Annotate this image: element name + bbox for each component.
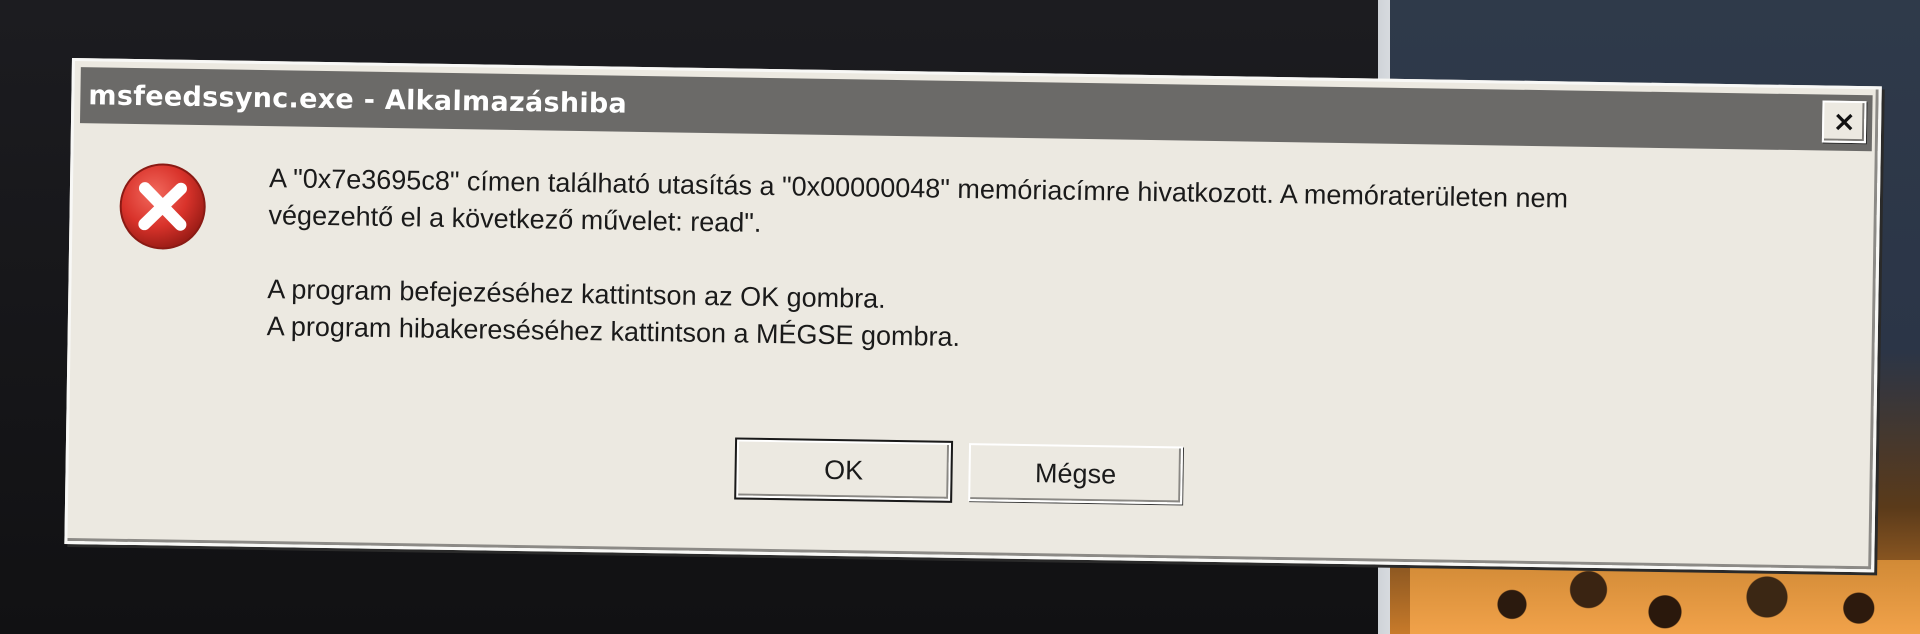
close-icon: ×	[1832, 104, 1857, 139]
error-icon	[119, 163, 206, 250]
dialog-title: msfeedssync.exe - Alkalmazáshiba	[88, 79, 628, 120]
cancel-button[interactable]: Mégse	[968, 443, 1184, 505]
error-dialog: msfeedssync.exe - Alkalmazáshiba × A "0x…	[64, 58, 1882, 573]
error-message: A "0x7e3695c8" címen található utasítás …	[267, 160, 1830, 369]
button-row: OK Mégse	[734, 437, 1184, 505]
ok-button[interactable]: OK	[734, 437, 954, 503]
close-button[interactable]: ×	[1821, 100, 1867, 144]
